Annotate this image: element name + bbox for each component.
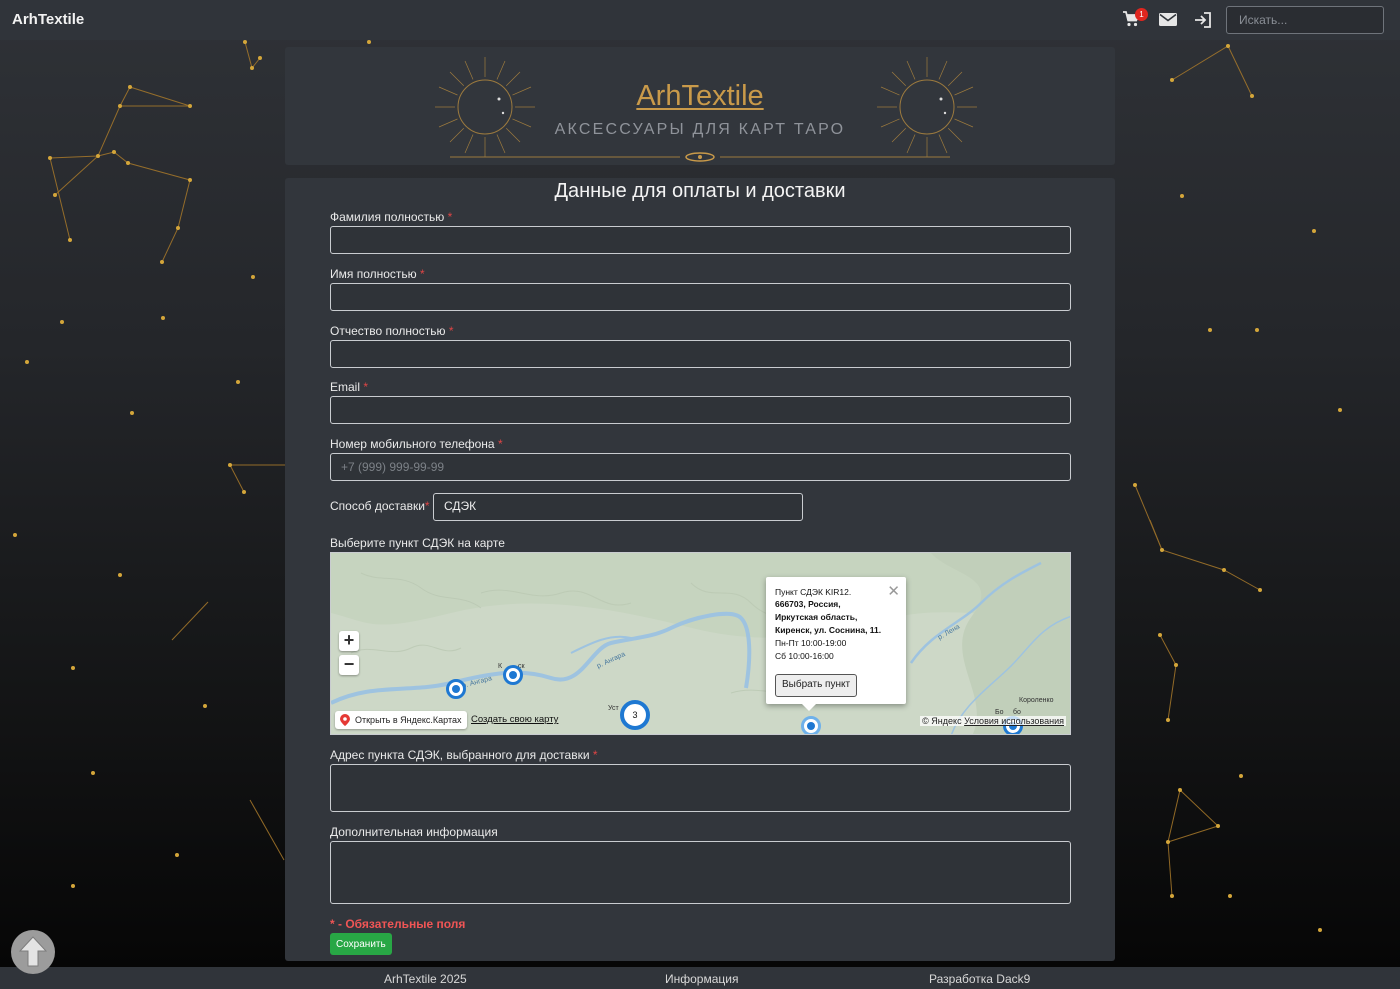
town-label-partial-1: К — [498, 663, 503, 670]
town-label-partial-3: Уст — [608, 705, 619, 712]
balloon-line-5: Пн-Пт 10:00-19:00 — [775, 638, 847, 648]
map-copyright: © Яндекс Условия использования — [920, 716, 1066, 726]
map-zoom-out-button[interactable]: − — [339, 655, 359, 675]
town-label-partial-5: бо — [1013, 709, 1021, 716]
footer-copyright: ArhTextile 2025 — [384, 972, 467, 986]
map-label: Выберите пункт СДЭК на карте — [330, 536, 505, 550]
balloon-line-3: Иркутская область, — [775, 612, 858, 622]
email-input[interactable] — [330, 396, 1071, 424]
cdek-point-balloon: ✕ Пункт СДЭК KIR12. 666703, Россия, Ирку… — [766, 577, 906, 711]
patronymic-label: Отчество полностью * — [330, 324, 454, 338]
top-navbar: ArhTextile 1 — [0, 0, 1400, 40]
balloon-line-2: 666703, Россия, — [775, 599, 841, 609]
banner-ornament-divider — [450, 152, 950, 162]
address-label: Адрес пункта СДЭК, выбранного для достав… — [330, 748, 598, 762]
mail-icon[interactable] — [1159, 13, 1179, 31]
scroll-to-top-button[interactable] — [11, 930, 55, 974]
balloon-close-icon[interactable]: ✕ — [887, 582, 900, 600]
map-zoom-in-button[interactable]: + — [339, 631, 359, 651]
extra-info-label: Дополнительная информация — [330, 825, 498, 839]
footer-developer: Разработка Dack9 — [929, 972, 1031, 986]
form-title: Данные для оплаты и доставки — [554, 180, 846, 202]
open-in-yandex-maps-link[interactable]: Открыть в Яндекс.Картах — [335, 711, 468, 729]
required-fields-note: * - Обязательные поля — [330, 917, 466, 931]
email-label: Email * — [330, 380, 369, 394]
cdek-point-marker[interactable] — [446, 679, 466, 699]
save-button[interactable]: Сохранить — [330, 933, 392, 955]
select-point-button[interactable]: Выбрать пункт — [775, 674, 858, 697]
balloon-tail — [802, 704, 816, 711]
map-terms-link[interactable]: Условия использования — [964, 716, 1064, 726]
arrow-up-icon — [18, 936, 48, 967]
patronymic-input[interactable] — [330, 340, 1071, 368]
map-terrain — [331, 553, 1070, 734]
first-name-label: Имя полностью * — [330, 267, 425, 281]
delivery-method-label: Способ доставки* — [330, 499, 430, 513]
extra-info-textarea[interactable] — [330, 841, 1071, 904]
checkout-form-panel: Данные для оплаты и доставки Фамилия пол… — [285, 178, 1115, 961]
cdek-cluster-marker[interactable]: 3 — [620, 700, 650, 730]
footer: ArhTextile 2025 Информация Разработка Da… — [0, 967, 1400, 989]
balloon-line-1: Пункт СДЭК KIR12. — [775, 587, 852, 597]
banner-subtitle: АКСЕССУАРЫ ДЛЯ КАРТ ТАРО — [554, 121, 846, 138]
footer-info-link[interactable]: Информация — [665, 972, 738, 986]
banner-title[interactable]: ArhTextile — [285, 80, 1115, 113]
delivery-method-select[interactable]: СДЭК — [433, 493, 803, 521]
login-icon[interactable] — [1194, 12, 1214, 30]
address-textarea[interactable] — [330, 764, 1071, 812]
cdek-point-marker-selected[interactable] — [801, 716, 821, 734]
first-name-input[interactable] — [330, 283, 1071, 311]
cdek-map[interactable]: р. Ангара р. Ангара р. Лена Короленко К … — [330, 552, 1071, 735]
site-banner: ArhTextile АКСЕССУАРЫ ДЛЯ КАРТ ТАРО — [285, 47, 1115, 165]
last-name-label: Фамилия полностью * — [330, 210, 453, 224]
cart-count-badge: 1 — [1135, 8, 1148, 21]
phone-input[interactable] — [330, 453, 1071, 481]
balloon-line-4: Киренск, ул. Соснина, 11. — [775, 625, 882, 635]
last-name-input[interactable] — [330, 226, 1071, 254]
map-pin-icon — [340, 714, 350, 726]
town-label-korolenko: Короленко — [1019, 697, 1054, 704]
create-map-link[interactable]: Создать свою карту — [471, 714, 558, 725]
cdek-point-marker[interactable] — [503, 665, 523, 685]
town-label-partial-4: Бо — [995, 709, 1004, 716]
search-input[interactable] — [1226, 6, 1384, 34]
phone-label: Номер мобильного телефона * — [330, 437, 503, 451]
balloon-line-6: Сб 10:00-16:00 — [775, 651, 834, 661]
brand-logo[interactable]: ArhTextile — [12, 11, 84, 28]
